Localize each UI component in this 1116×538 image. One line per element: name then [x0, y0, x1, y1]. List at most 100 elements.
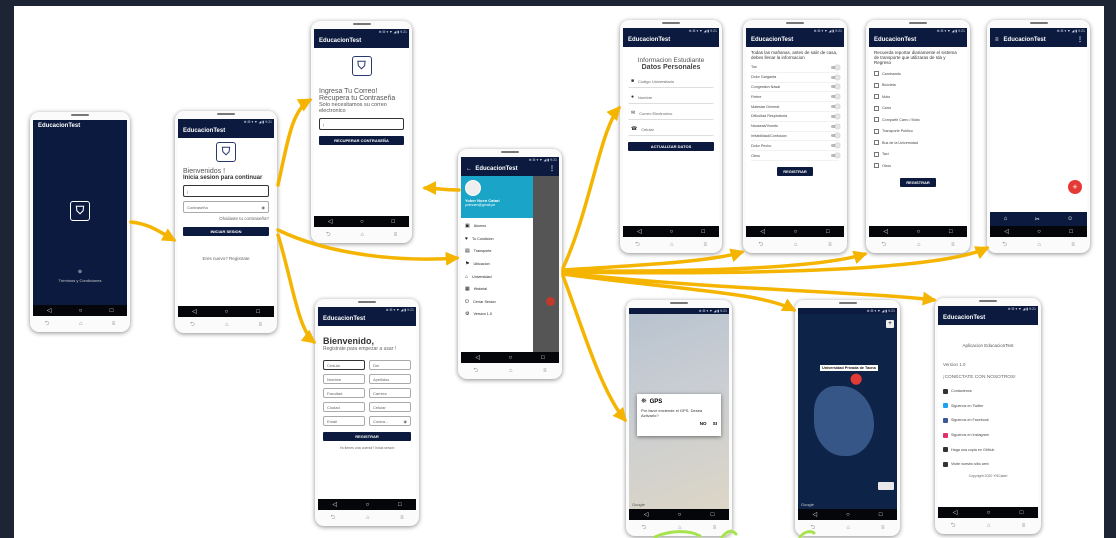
- back-icon[interactable]: ◁: [192, 308, 197, 315]
- map-controls[interactable]: [878, 482, 894, 490]
- hw-back-icon[interactable]: ⮌: [635, 240, 640, 250]
- transport-option[interactable]: Caminando: [874, 68, 962, 80]
- hw-home-icon[interactable]: ⌂: [225, 322, 229, 328]
- hw-menu-icon[interactable]: ≡: [400, 515, 404, 521]
- home-icon[interactable]: ○: [917, 229, 921, 235]
- home-icon[interactable]: ○: [225, 309, 229, 315]
- hw-back-icon[interactable]: ⮌: [190, 320, 195, 330]
- symptom-toggle[interactable]: [831, 153, 840, 159]
- drawer-item[interactable]: ⚑ Ubicacion: [461, 258, 533, 271]
- home-icon[interactable]: ○: [360, 219, 364, 225]
- gps-no-button[interactable]: NO: [700, 421, 707, 426]
- recent-icon[interactable]: □: [1069, 229, 1073, 235]
- drawer-item[interactable]: ⏻ Cerrar Sesion: [461, 296, 533, 309]
- register-link[interactable]: Eres nuevo? Registrate: [183, 256, 269, 261]
- signup-register-button[interactable]: REGISTRAR: [323, 432, 411, 441]
- drawer-item[interactable]: ▤ Transporte: [461, 245, 533, 258]
- about-link[interactable]: Contactenos: [943, 384, 1033, 399]
- gps-yes-button[interactable]: SI: [713, 421, 717, 426]
- home-icon[interactable]: ○: [79, 308, 83, 314]
- recent-icon[interactable]: □: [701, 229, 705, 235]
- drawer-item[interactable]: ⌂ Universidad: [461, 270, 533, 283]
- symptom-toggle[interactable]: [831, 84, 840, 90]
- student-field[interactable]: ✉ Correo Electronico: [628, 107, 714, 120]
- hw-back-icon[interactable]: ⮌: [326, 230, 331, 240]
- back-icon[interactable]: ◁: [332, 501, 337, 508]
- transport-option[interactable]: Compartir Carro / Moto: [874, 114, 962, 126]
- overflow-menu-icon[interactable]: ⋮: [549, 163, 559, 176]
- hw-home-icon[interactable]: ⌂: [987, 523, 991, 529]
- login-button[interactable]: INICIAR SESION: [183, 227, 269, 236]
- hw-back-icon[interactable]: ⮌: [473, 366, 478, 376]
- hw-home-icon[interactable]: ⌂: [1037, 242, 1041, 248]
- hw-home-icon[interactable]: ⌂: [360, 232, 364, 238]
- tab-tools-icon[interactable]: ✂: [1035, 216, 1040, 223]
- signup-field[interactable]: Email: [323, 416, 365, 426]
- signup-field[interactable]: Nombre: [323, 374, 365, 384]
- home-icon[interactable]: ○: [1037, 229, 1041, 235]
- symptoms-register-button[interactable]: REGISTRAR: [777, 166, 813, 176]
- transport-checkbox[interactable]: [874, 71, 879, 77]
- hw-back-icon[interactable]: ⮌: [45, 319, 50, 329]
- signup-field[interactable]: Carrera: [369, 388, 411, 398]
- home-icon[interactable]: ○: [678, 512, 682, 518]
- recent-icon[interactable]: □: [826, 229, 830, 235]
- signup-field[interactable]: Facultad: [323, 388, 365, 398]
- hw-menu-icon[interactable]: ≡: [713, 525, 717, 531]
- recent-icon[interactable]: □: [110, 308, 114, 314]
- hw-menu-icon[interactable]: ≡: [258, 322, 262, 328]
- home-icon[interactable]: ○: [794, 229, 798, 235]
- back-icon[interactable]: ◁: [883, 228, 888, 235]
- home-icon[interactable]: ○: [987, 510, 991, 516]
- student-field[interactable]: ● Nombre: [628, 91, 714, 104]
- transport-checkbox[interactable]: [874, 105, 879, 111]
- hw-back-icon[interactable]: ⮌: [811, 523, 816, 533]
- hw-menu-icon[interactable]: ≡: [881, 525, 885, 531]
- hw-home-icon[interactable]: ⌂: [794, 242, 798, 248]
- home-icon[interactable]: ○: [670, 229, 674, 235]
- signin-link[interactable]: Ya tienes una cuenta? Inicia sesion: [323, 446, 411, 450]
- recover-email-field[interactable]: |: [319, 118, 404, 130]
- hw-menu-icon[interactable]: ≡: [703, 242, 707, 248]
- hw-menu-icon[interactable]: ≡: [394, 232, 398, 238]
- transport-checkbox[interactable]: [874, 82, 879, 88]
- hw-home-icon[interactable]: ⌂: [509, 368, 513, 374]
- hw-home-icon[interactable]: ⌂: [846, 525, 850, 531]
- hw-menu-icon[interactable]: ≡: [1071, 242, 1075, 248]
- recent-icon[interactable]: □: [392, 219, 396, 225]
- back-icon[interactable]: ◁: [475, 354, 480, 361]
- about-link[interactable]: Siguenos en Instagram: [943, 428, 1033, 443]
- forgot-password-link[interactable]: Olvidaste tu contraseña?: [183, 216, 269, 221]
- signup-field[interactable]: Ciudad: [323, 402, 365, 412]
- transport-checkbox[interactable]: [874, 140, 879, 146]
- symptom-toggle[interactable]: [831, 104, 840, 110]
- hw-menu-icon[interactable]: ≡: [543, 368, 547, 374]
- signup-field[interactable]: Dni: [369, 360, 411, 370]
- transport-option[interactable]: Bicicleta: [874, 80, 962, 92]
- signup-field[interactable]: Celular: [369, 402, 411, 412]
- symptom-toggle[interactable]: [831, 94, 840, 100]
- hw-back-icon[interactable]: ⮌: [881, 240, 886, 250]
- symptom-toggle[interactable]: [831, 113, 840, 119]
- drawer-item[interactable]: ♥ Tu Condicion: [461, 233, 533, 246]
- back-icon[interactable]: ◁: [813, 511, 818, 518]
- eye-icon[interactable]: ◉: [404, 419, 408, 424]
- drawer-item[interactable]: ▣ Alumno: [461, 220, 533, 233]
- recent-icon[interactable]: □: [879, 512, 883, 518]
- recent-icon[interactable]: □: [1020, 510, 1024, 516]
- about-link[interactable]: Visite nuestro sitio web: [943, 457, 1033, 472]
- hamburger-menu-icon[interactable]: ≡: [995, 37, 999, 43]
- password-field[interactable]: Contraseña ◉: [183, 201, 269, 213]
- transport-checkbox[interactable]: [874, 117, 879, 123]
- email-field[interactable]: |: [183, 185, 269, 197]
- terms-link[interactable]: Términos y Condiciones: [33, 278, 127, 283]
- about-link[interactable]: Siguenos en Twitter: [943, 399, 1033, 414]
- tab-home-icon[interactable]: ⌂: [1004, 216, 1008, 222]
- hw-back-icon[interactable]: ⮌: [951, 521, 956, 531]
- hw-home-icon[interactable]: ⌂: [670, 242, 674, 248]
- fab-hidden[interactable]: [546, 297, 555, 306]
- hw-menu-icon[interactable]: ≡: [112, 321, 116, 327]
- overflow-menu-icon[interactable]: ⋮: [1077, 34, 1087, 47]
- hw-home-icon[interactable]: ⌂: [678, 525, 682, 531]
- transport-register-button[interactable]: REGISTRAR: [900, 177, 936, 187]
